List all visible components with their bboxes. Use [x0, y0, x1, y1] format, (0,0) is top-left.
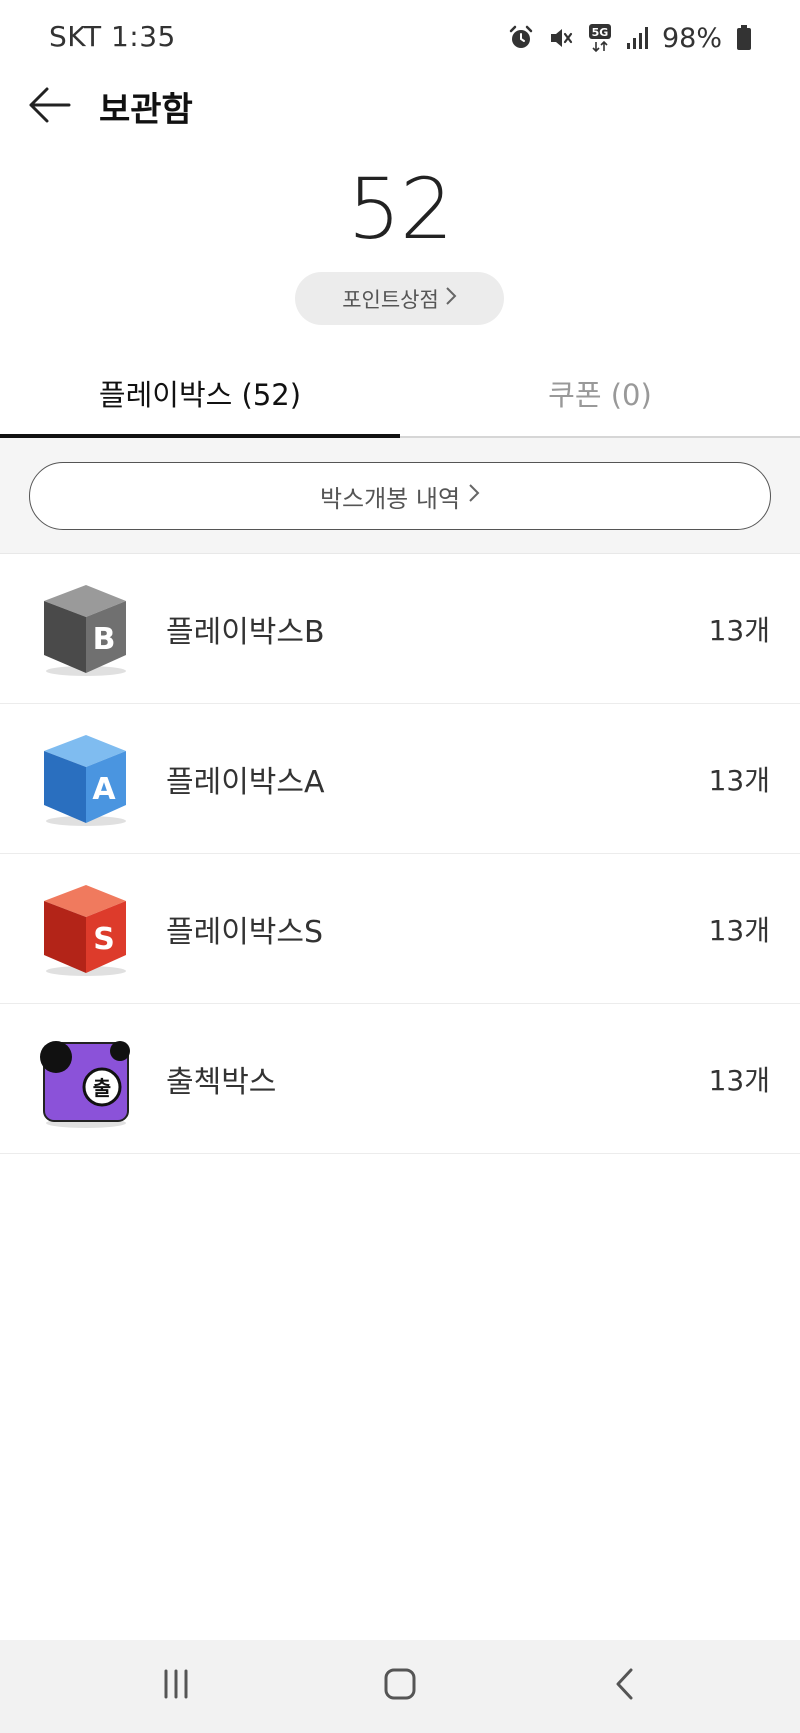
box-open-history-label: 박스개봉 내역 [319, 484, 461, 513]
box-count: 13개 [708, 914, 770, 947]
list-item-attendance-box[interactable]: 출 출첵박스 13개 [0, 1004, 800, 1154]
point-count: 52 [347, 160, 454, 258]
status-time: SKT 1:35 [49, 20, 176, 53]
box-name: 플레이박스S [166, 915, 324, 950]
recent-apps-button[interactable] [136, 1658, 216, 1714]
battery-percent: 98% [661, 22, 722, 54]
tab-playbox[interactable]: 플레이박스 (52) [0, 350, 400, 438]
system-nav-bar [0, 1640, 800, 1733]
back-nav-button[interactable] [584, 1658, 664, 1714]
box-count: 13개 [708, 614, 770, 647]
page-title: 보관함 [99, 90, 193, 130]
box-name: 플레이박스B [166, 615, 325, 650]
svg-text:S: S [93, 922, 115, 957]
home-icon [383, 1667, 417, 1705]
tab-playbox-label: 플레이박스 (52) [98, 378, 302, 412]
header: 보관함 [0, 76, 800, 136]
svg-text:출: 출 [93, 1076, 111, 1100]
box-open-history-button[interactable]: 박스개봉 내역 [29, 462, 771, 530]
box-count: 13개 [708, 764, 770, 797]
box-name: 출첵박스 [166, 1065, 277, 1100]
status-bar: SKT 1:35 5G 98% [0, 0, 800, 76]
list-item-playbox-a[interactable]: A 플레이박스A 13개 [0, 704, 800, 854]
box-count: 13개 [708, 1064, 770, 1097]
list-item-playbox-s[interactable]: S 플레이박스S 13개 [0, 854, 800, 1004]
box-s-icon: S [36, 879, 136, 979]
point-shop-label: 포인트상점 [342, 287, 439, 312]
signal-icon [626, 26, 648, 50]
5g-icon: 5G [588, 23, 612, 53]
back-button[interactable] [26, 84, 72, 130]
tab-coupon[interactable]: 쿠폰 (0) [400, 350, 800, 436]
recent-apps-icon [161, 1669, 191, 1703]
home-button[interactable] [360, 1658, 440, 1714]
point-shop-button[interactable]: 포인트상점 [295, 272, 504, 325]
arrow-left-icon [27, 85, 71, 129]
chevron-right-icon [468, 482, 480, 510]
svg-text:B: B [93, 622, 116, 657]
box-list: B 플레이박스B 13개 A 플레이박스A 13개 S 플레이박스S 13개 출… [0, 554, 800, 1154]
status-icons: 5G 98% [508, 20, 752, 56]
box-name: 플레이박스A [166, 765, 325, 800]
box-a-icon: A [36, 729, 136, 829]
tab-coupon-label: 쿠폰 (0) [548, 378, 652, 412]
list-item-playbox-b[interactable]: B 플레이박스B 13개 [0, 554, 800, 704]
alarm-icon [508, 25, 534, 51]
chevron-right-icon [445, 286, 457, 311]
back-icon [613, 1667, 635, 1705]
mute-icon [548, 25, 574, 51]
svg-text:A: A [92, 772, 116, 807]
history-section: 박스개봉 내역 [0, 438, 800, 554]
svg-text:5G: 5G [592, 26, 609, 39]
tab-bar: 플레이박스 (52) 쿠폰 (0) [0, 350, 800, 438]
box-b-icon: B [36, 579, 136, 679]
attendance-box-icon: 출 [36, 1029, 136, 1129]
battery-icon [736, 25, 752, 51]
